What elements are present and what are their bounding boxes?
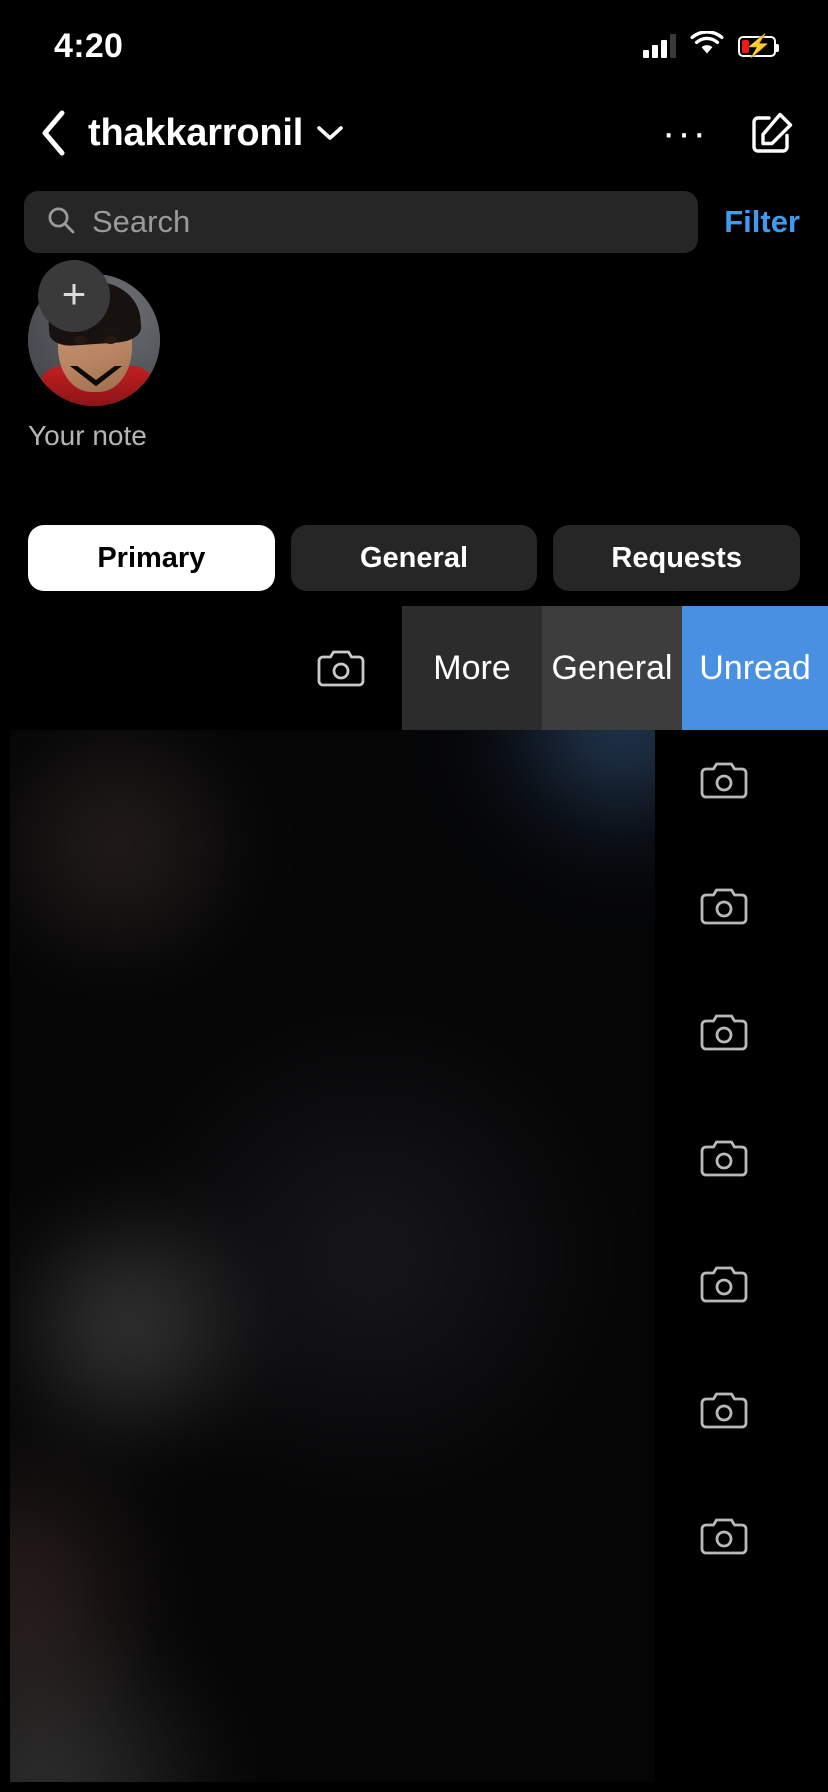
swipe-action-general-label: General: [551, 648, 673, 687]
swipe-action-general[interactable]: General: [542, 606, 682, 730]
blurred-thread-content[interactable]: [10, 730, 655, 1782]
search-row: Search Filter: [0, 174, 828, 260]
swipe-action-more-label: More: [433, 648, 511, 687]
swipe-action-strip: More General Unread: [0, 606, 828, 730]
chevron-left-icon[interactable]: [32, 110, 76, 156]
camera-icon[interactable]: [316, 647, 366, 689]
swipe-action-more[interactable]: More: [402, 606, 542, 730]
tab-general[interactable]: General: [290, 525, 538, 591]
camera-icon[interactable]: [698, 884, 750, 928]
wifi-icon: [690, 30, 724, 61]
camera-icon[interactable]: [698, 1262, 750, 1306]
camera-icon[interactable]: [698, 1010, 750, 1054]
status-bar-clock: 4:20: [54, 26, 124, 65]
thread-camera-column: [655, 730, 828, 1782]
camera-icon[interactable]: [698, 1136, 750, 1180]
tab-primary[interactable]: Primary: [28, 525, 275, 591]
swipe-action-unread[interactable]: Unread: [682, 606, 828, 730]
search-icon: [46, 205, 76, 240]
swipe-action-unread-label: Unread: [699, 648, 811, 687]
charging-bolt-icon: ⚡: [744, 33, 773, 58]
search-placeholder-text: Search: [92, 204, 191, 239]
plus-glyph: +: [61, 270, 87, 317]
camera-icon[interactable]: [698, 1388, 750, 1432]
battery-charging-icon: ⚡: [738, 33, 779, 58]
ellipsis-icon[interactable]: ···: [652, 113, 718, 153]
status-bar: 4:20 ⚡: [0, 0, 828, 92]
tab-primary-label: Primary: [97, 541, 206, 574]
plus-icon[interactable]: +: [38, 260, 110, 332]
your-note-label: Your note: [28, 420, 147, 451]
notes-tray: + Your note: [0, 260, 828, 510]
tab-requests[interactable]: Requests: [553, 525, 801, 591]
chevron-down-icon[interactable]: [317, 125, 343, 141]
your-note-item[interactable]: + Your note: [28, 260, 168, 452]
camera-icon[interactable]: [698, 1514, 750, 1558]
filter-button[interactable]: Filter: [724, 204, 800, 240]
camera-icon[interactable]: [698, 758, 750, 802]
tab-requests-label: Requests: [611, 541, 742, 574]
search-input[interactable]: Search: [24, 191, 699, 253]
inbox-tabs: Primary General Requests: [0, 510, 828, 606]
thread-list: [0, 730, 828, 1782]
status-bar-icons: ⚡: [643, 30, 779, 61]
tab-general-label: General: [360, 541, 468, 574]
cellular-signal-icon: [643, 34, 676, 58]
page-title[interactable]: thakkarronil: [88, 112, 303, 155]
new-message-compose-icon[interactable]: [748, 109, 796, 157]
navigation-header: thakkarronil ···: [0, 92, 828, 174]
swipe-camera-zone: [0, 606, 402, 730]
